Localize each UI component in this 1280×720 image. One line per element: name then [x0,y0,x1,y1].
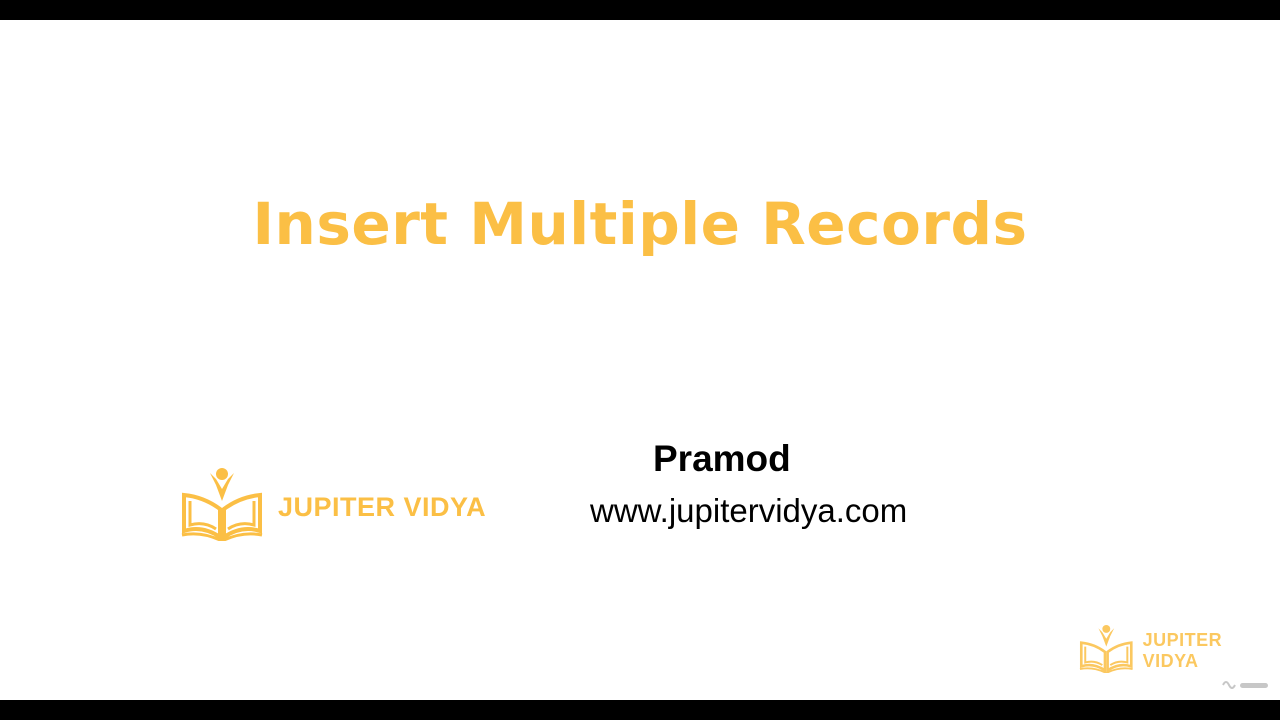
watermark-logo: JUPITER VIDYA [1078,623,1280,673]
book-person-watermark-icon [1079,624,1133,673]
player-logo-icon [1222,681,1236,689]
slide-title: Insert Multiple Records [252,190,1028,258]
watermark-brand-name: JUPITER VIDYA [1142,630,1223,671]
author-name: Pramod [653,438,791,479]
video-frame: Insert Multiple Records JUPITER VIDYA Pr… [0,0,1280,720]
slide: Insert Multiple Records JUPITER VIDYA Pr… [0,20,1280,700]
brand-logo: JUPITER VIDYA [180,465,486,541]
website-url: www.jupitervidya.com [590,492,908,529]
player-logo-bar [1240,682,1268,688]
brand-name: JUPITER VIDYA [278,491,487,522]
book-person-logo-icon [181,468,263,541]
player-watermark [1222,676,1274,694]
